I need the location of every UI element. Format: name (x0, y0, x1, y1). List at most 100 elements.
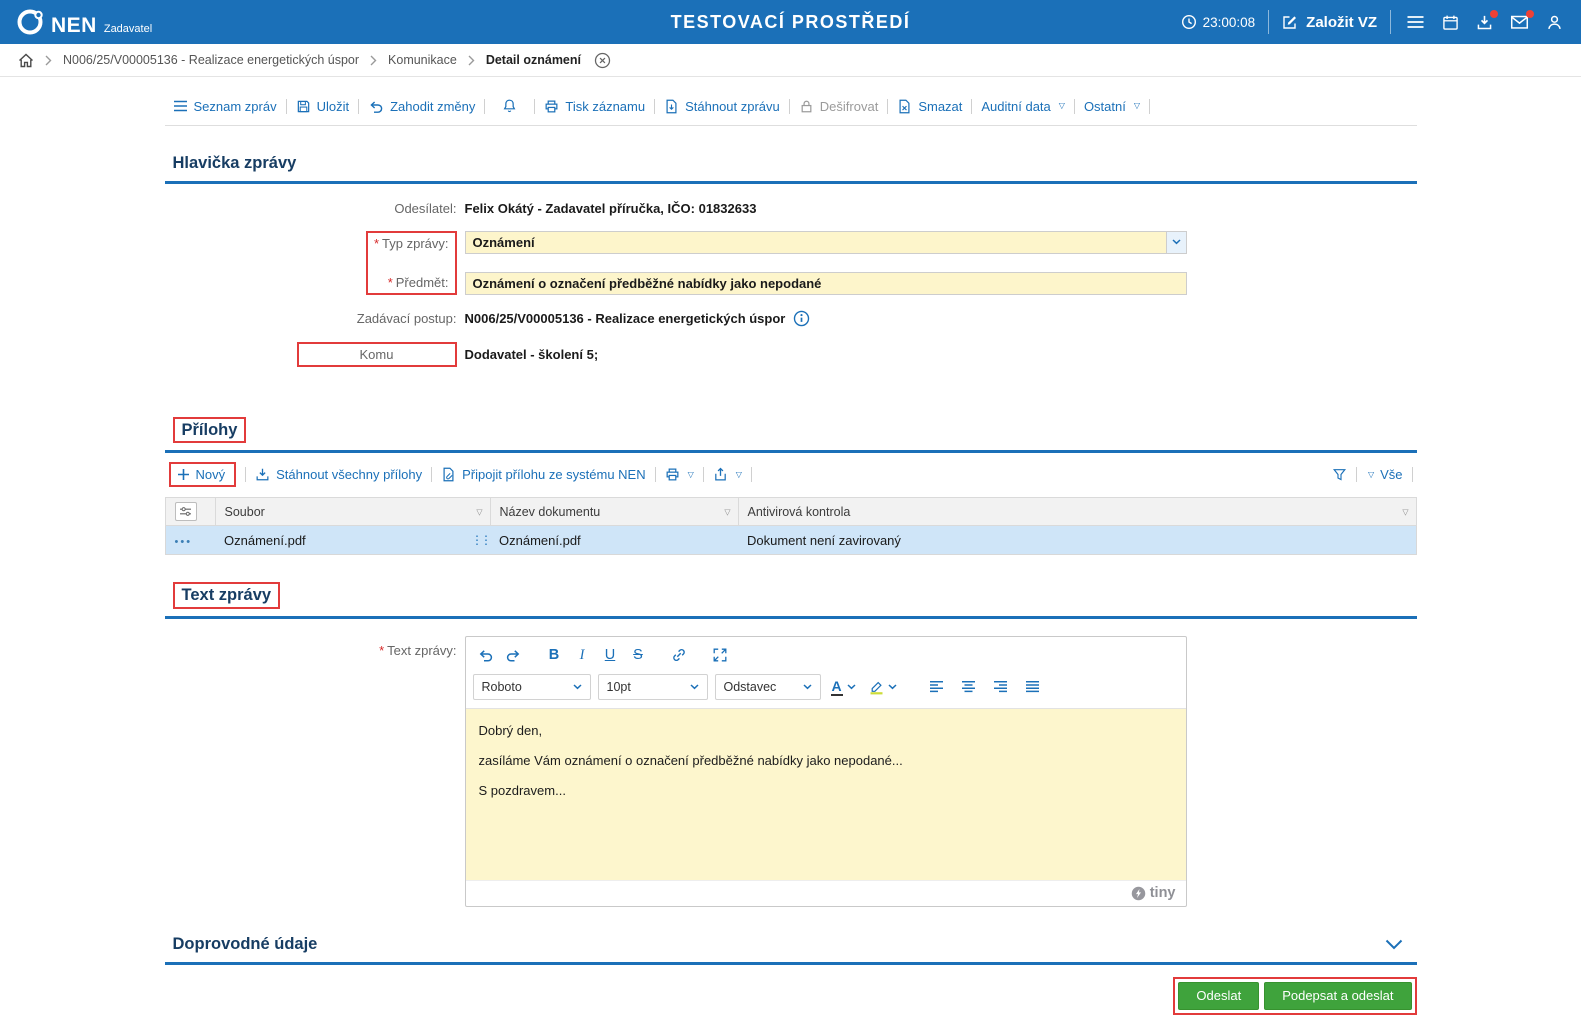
column-filter-icon[interactable]: ▽ (1402, 507, 1408, 516)
menu-button[interactable] (1404, 12, 1427, 32)
nen-logo[interactable]: NEN Zadavatel (16, 8, 152, 36)
home-button[interactable] (18, 53, 34, 68)
divider (1355, 467, 1357, 483)
document-download-icon (664, 99, 679, 114)
section-title: Přílohy (172, 416, 247, 444)
close-tab-button[interactable] (594, 52, 611, 69)
message-list-button[interactable]: Seznam zpráv (173, 97, 277, 116)
info-icon (793, 310, 810, 327)
text-color-button[interactable]: A (828, 674, 859, 699)
column-header-antivir[interactable]: Antivirová kontrola ▽ (737, 497, 1417, 527)
recipient-button[interactable]: Komu (296, 341, 457, 367)
filter-button[interactable] (1332, 465, 1347, 484)
download-all-attachments-button[interactable]: Stáhnout všechny přílohy (255, 465, 422, 484)
printer-icon (665, 467, 680, 482)
breadcrumb: N006/25/V00005136 - Realizace energetick… (0, 44, 1581, 77)
block-format-select[interactable]: Odstavec (714, 673, 821, 700)
link-button[interactable] (667, 643, 692, 668)
print-attachments-button[interactable]: ▽ (665, 465, 694, 484)
discard-changes-button[interactable]: Zahodit změny (368, 97, 475, 116)
select-arrow[interactable] (1165, 231, 1186, 253)
fullscreen-button[interactable] (708, 643, 733, 668)
divider (887, 98, 889, 114)
delete-button[interactable]: Smazat (897, 97, 962, 116)
divider (1268, 10, 1270, 34)
table-settings-header[interactable] (164, 497, 216, 527)
chevron-down-icon (802, 684, 812, 690)
save-button[interactable]: Uložit (296, 97, 349, 116)
column-header-nazev[interactable]: Název dokumentu ▽ (489, 497, 739, 527)
download-message-button[interactable]: Stáhnout zprávu (664, 97, 780, 116)
chevron-down-icon (1385, 939, 1403, 950)
notification-badge (1526, 10, 1534, 18)
decrypt-button: Dešifrovat (799, 97, 878, 116)
attachments-toolbar: Nový Stáhnout všechny přílohy Připojit p… (165, 453, 1417, 497)
section-title: Hlavička zprávy (172, 154, 297, 172)
chevron-down-icon (888, 684, 897, 690)
align-right-button[interactable] (988, 674, 1013, 699)
profile-button[interactable] (1544, 12, 1565, 33)
redo-button[interactable] (501, 643, 526, 668)
create-vz-button[interactable]: Založit VZ (1282, 14, 1377, 31)
message-type-select[interactable]: Oznámení (464, 230, 1187, 254)
divider (654, 98, 656, 114)
downloads-button[interactable] (1474, 9, 1498, 33)
message-text-row: * Text zprávy: B I U S Roboto 10pt Odsta… (165, 619, 1417, 907)
editor-content[interactable]: Dobrý den, zasíláme Vám oznámení o označ… (465, 707, 1186, 880)
section-title-row: Přílohy (164, 408, 1417, 454)
highlight-color-button[interactable] (866, 674, 900, 699)
breadcrumb-item-komunikace[interactable]: Komunikace (388, 53, 457, 67)
align-left-button[interactable] (924, 674, 949, 699)
view-all-button[interactable]: ▽ Vše (1366, 465, 1403, 484)
underline-button[interactable]: U (598, 643, 623, 668)
audit-data-button[interactable]: Auditní data ▽ (981, 97, 1065, 116)
clock: 23:00:08 (1181, 14, 1255, 30)
messages-button[interactable] (1508, 10, 1534, 32)
sign-and-send-button[interactable]: Podepsat a odeslat (1264, 981, 1412, 1010)
info-button[interactable] (793, 310, 810, 327)
chevron-down-icon (689, 684, 699, 690)
align-center-button[interactable] (956, 674, 981, 699)
triangle-down-icon: ▽ (1367, 469, 1375, 479)
attachment-row[interactable]: ••• Oznámení.pdf ⋮⋮ Oznámení.pdf Dokumen… (165, 525, 1416, 555)
row-menu-button[interactable]: ••• (175, 536, 193, 548)
notifications-bell-button[interactable] (494, 96, 525, 116)
export-attachments-button[interactable]: ▽ (713, 465, 742, 484)
sliders-icon[interactable] (174, 502, 197, 522)
app-role: Zadavatel (103, 23, 153, 35)
divider (534, 98, 536, 114)
home-icon (18, 53, 34, 68)
section-message-header: Hlavička zprávy Odesílatel: Felix Okátý … (164, 144, 1417, 406)
calendar-button[interactable] (1440, 12, 1461, 33)
strikethrough-button[interactable]: S (626, 643, 651, 668)
column-header-soubor[interactable]: Soubor ▽ (214, 497, 491, 527)
attach-document-icon (441, 467, 456, 482)
required-mark: * (373, 235, 380, 251)
align-justify-button[interactable] (1020, 674, 1045, 699)
send-button[interactable]: Odeslat (1178, 981, 1260, 1010)
other-actions-button[interactable]: Ostatní ▽ (1084, 97, 1140, 116)
print-record-button[interactable]: Tisk záznamu (544, 97, 645, 116)
attach-from-nen-button[interactable]: Připojit přílohu ze systému NEN (441, 465, 646, 484)
font-size-select[interactable]: 10pt (597, 673, 708, 700)
type-subject-rows: * Typ zprávy: * Předmět: Oznámení Oznámení… (165, 230, 1417, 295)
document-delete-icon (897, 99, 912, 114)
environment-title: TESTOVACÍ PROSTŘEDÍ (670, 11, 911, 32)
new-attachment-button[interactable]: Nový (168, 462, 237, 488)
undo-button[interactable] (473, 643, 498, 668)
section-title: Text zprávy (172, 582, 281, 609)
tiny-logo-icon (1131, 886, 1146, 901)
column-filter-icon[interactable]: ▽ (476, 507, 482, 516)
breadcrumb-item-procedure[interactable]: N006/25/V00005136 - Realizace energetick… (63, 53, 359, 67)
clock-icon (1181, 14, 1197, 30)
recipient-value: Dodavatel - školení 5; (464, 346, 599, 362)
nen-logo-icon (16, 8, 44, 36)
column-filter-icon[interactable]: ▽ (724, 507, 730, 516)
drag-handle-icon[interactable]: ⋮⋮ (471, 533, 492, 547)
bold-button[interactable]: B (542, 643, 567, 668)
italic-button[interactable]: I (570, 643, 595, 668)
section-attachments: Přílohy Nový Stáhnout všechny přílohy Př… (164, 408, 1417, 556)
subject-input[interactable]: Oznámení o označení předběžné nabídky ja… (464, 271, 1187, 295)
font-family-select[interactable]: Roboto (472, 673, 591, 700)
expand-section-button[interactable] (1379, 939, 1409, 950)
